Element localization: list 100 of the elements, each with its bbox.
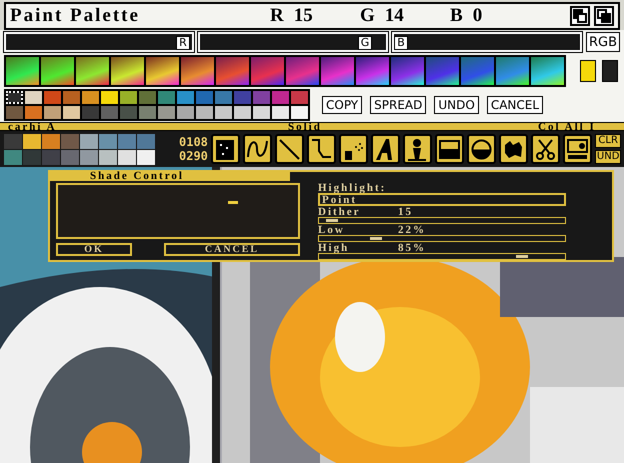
- palette-swatch[interactable]: [82, 106, 99, 119]
- polyline-tool-icon[interactable]: [306, 134, 336, 164]
- palette-swatch[interactable]: [215, 106, 232, 119]
- palette-swatch[interactable]: [44, 106, 61, 119]
- palette-swatch[interactable]: [61, 150, 79, 164]
- palette-swatch[interactable]: [42, 134, 60, 148]
- airbrush-icon[interactable]: [338, 134, 368, 164]
- palette-swatch[interactable]: [139, 106, 156, 119]
- palette-swatch[interactable]: [25, 106, 42, 119]
- action-button[interactable]: CANCEL: [486, 96, 544, 114]
- status-text: Col All I: [538, 123, 596, 130]
- highlight-label: Highlight:: [318, 183, 388, 193]
- highlight-field[interactable]: Point: [318, 193, 566, 206]
- palette-swatch[interactable]: [44, 91, 61, 104]
- setting-label: High: [318, 243, 350, 253]
- channel-value: 15: [294, 4, 313, 28]
- palette-swatch[interactable]: [291, 91, 308, 104]
- palette-swatch[interactable]: [23, 134, 41, 148]
- blob-icon[interactable]: [498, 134, 528, 164]
- palette-swatch[interactable]: [137, 134, 155, 148]
- palette-swatch[interactable]: [99, 134, 117, 148]
- setting-value: 85%: [398, 243, 426, 253]
- palette-swatch[interactable]: [120, 106, 137, 119]
- side-button[interactable]: UND: [594, 150, 622, 164]
- curve-tool-icon[interactable]: [242, 134, 272, 164]
- palette-swatch[interactable]: [253, 91, 270, 104]
- palette-swatch[interactable]: [80, 134, 98, 148]
- dialog-title: Shade Control: [50, 172, 290, 181]
- action-button[interactable]: SPREAD: [370, 96, 426, 114]
- window-title: Paint Palette: [10, 4, 141, 28]
- palette-swatch[interactable]: [99, 150, 117, 164]
- palette-swatch[interactable]: [137, 150, 155, 164]
- setting-slider[interactable]: [318, 253, 566, 260]
- status-text: carhi A: [8, 123, 58, 130]
- back-icon[interactable]: [594, 6, 614, 26]
- slider-thumb[interactable]: R: [176, 36, 190, 50]
- filled-rectangle-icon[interactable]: [434, 134, 464, 164]
- slider-thumb[interactable]: [516, 255, 528, 258]
- palette-swatch[interactable]: [177, 91, 194, 104]
- front-icon[interactable]: [570, 6, 590, 26]
- palette-swatch[interactable]: [139, 91, 156, 104]
- setting-value: 22%: [398, 225, 426, 235]
- action-button[interactable]: UNDO: [434, 96, 479, 114]
- channel-label: G: [360, 4, 375, 28]
- slider-thumb[interactable]: B: [394, 36, 408, 50]
- slider-thumb[interactable]: G: [358, 36, 372, 50]
- palette-swatch[interactable]: [234, 91, 251, 104]
- setting-label: Low: [318, 225, 346, 235]
- palette-swatch[interactable]: [42, 150, 60, 164]
- palette-swatch[interactable]: [215, 91, 232, 104]
- palette-swatch[interactable]: [80, 150, 98, 164]
- italic-letter-icon[interactable]: [370, 134, 400, 164]
- palette-swatch[interactable]: [63, 91, 80, 104]
- palette-swatch[interactable]: [272, 91, 289, 104]
- dialog-button[interactable]: OK: [56, 243, 132, 256]
- side-button[interactable]: CLR: [594, 134, 622, 148]
- palette-swatch[interactable]: [177, 106, 194, 119]
- figure-tool-icon[interactable]: [402, 134, 432, 164]
- dots-tool-icon[interactable]: [210, 134, 240, 164]
- palette-swatch[interactable]: [82, 91, 99, 104]
- palette-swatch[interactable]: [4, 150, 22, 164]
- palette-swatch[interactable]: [23, 150, 41, 164]
- channel-value: 14: [384, 4, 404, 28]
- palette-swatch[interactable]: [118, 134, 136, 148]
- palette-swatch[interactable]: [253, 106, 270, 119]
- palette-swatch[interactable]: [234, 106, 251, 119]
- palette-swatch[interactable]: [6, 106, 23, 119]
- palette-swatch[interactable]: [61, 134, 79, 148]
- palette-swatch[interactable]: [4, 134, 22, 148]
- color-slider[interactable]: B: [392, 32, 582, 52]
- palette-swatch[interactable]: [25, 91, 42, 104]
- palette-swatch[interactable]: [120, 91, 137, 104]
- dialog-button[interactable]: CANCEL: [164, 243, 300, 256]
- slider-thumb[interactable]: [370, 237, 382, 240]
- action-button[interactable]: COPY: [322, 96, 362, 114]
- palette-swatch[interactable]: [291, 106, 308, 119]
- palette-swatch[interactable]: [101, 106, 118, 119]
- setting-slider[interactable]: [318, 235, 566, 242]
- palette-swatch[interactable]: [196, 106, 213, 119]
- setting-slider[interactable]: [318, 217, 566, 224]
- slider-thumb[interactable]: [326, 219, 338, 222]
- scissors-icon[interactable]: [530, 134, 560, 164]
- palette-swatch[interactable]: [6, 91, 23, 104]
- palette-swatch[interactable]: [101, 91, 118, 104]
- setting-value: 15: [398, 207, 413, 217]
- palette-swatch[interactable]: [118, 150, 136, 164]
- setting-label: Dither: [318, 207, 362, 217]
- palette-swatch[interactable]: [158, 91, 175, 104]
- palette-swatch[interactable]: [63, 106, 80, 119]
- channel-value: 0: [472, 4, 482, 28]
- rgb-button[interactable]: RGB: [586, 32, 620, 52]
- color-slider[interactable]: G: [198, 32, 388, 52]
- screen-icon[interactable]: [562, 134, 592, 164]
- coordinate-readout: 0290: [179, 149, 208, 163]
- color-slider[interactable]: R: [4, 32, 194, 52]
- palette-swatch[interactable]: [158, 106, 175, 119]
- palette-swatch[interactable]: [272, 106, 289, 119]
- line-tool-icon[interactable]: [274, 134, 304, 164]
- status-text: Solid: [288, 123, 323, 130]
- palette-swatch[interactable]: [196, 91, 213, 104]
